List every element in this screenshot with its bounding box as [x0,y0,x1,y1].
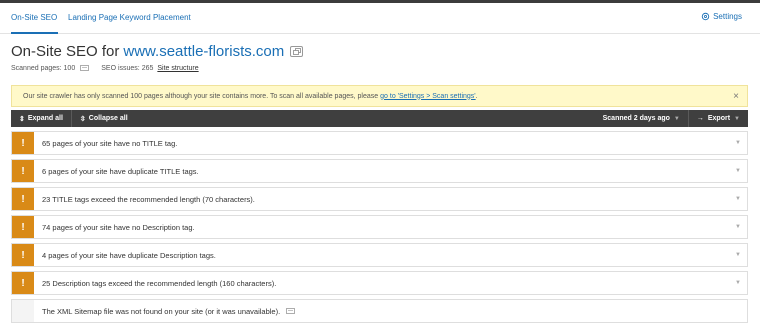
external-link-icon [292,48,301,55]
scan-date-label: Scanned 2 days ago [602,115,670,122]
issue-text-content: The XML Sitemap file was not found on yo… [42,306,281,316]
issue-row[interactable]: ! 65 pages of your site have no TITLE ta… [11,131,748,155]
export-arrow-icon: → [696,115,704,122]
comment-icon[interactable] [286,307,296,315]
export-button[interactable]: → Export ▼ [689,110,748,127]
issue-text: 65 pages of your site have no TITLE tag. [42,138,178,148]
notice-period: . [475,92,478,100]
close-icon[interactable]: × [733,91,739,102]
settings-link[interactable]: Settings [701,12,742,21]
tab-bar: On-Site SEO Landing Page Keyword Placeme… [0,3,760,34]
issue-text: 6 pages of your site have duplicate TITL… [42,166,199,176]
warning-icon: ! [12,216,34,238]
issue-text: 23 TITLE tags exceed the recommended len… [42,194,255,204]
issue-text: 74 pages of your site have no Descriptio… [42,222,195,232]
collapse-icon: ⇳ [79,115,86,123]
expand-icon: ⇕ [19,115,25,123]
issue-text: 4 pages of your site have duplicate Desc… [42,250,216,260]
issue-row: The XML Sitemap file was not found on yo… [11,299,748,323]
issue-row[interactable]: ! 74 pages of your site have no Descript… [11,215,748,239]
export-label: Export [707,115,731,122]
settings-label: Settings [713,12,742,21]
tab-landing-page-keyword-placement[interactable]: Landing Page Keyword Placement [68,13,191,22]
chevron-down-icon: ▼ [735,168,741,174]
site-structure-link[interactable]: Site structure [157,65,198,72]
warning-icon: ! [12,160,34,182]
active-tab-indicator [11,32,58,34]
scan-settings-link[interactable]: go to 'Settings > Scan settings' [380,93,475,100]
page-title-prefix: On-Site SEO for [11,43,120,60]
collapse-all-button[interactable]: ⇳ Collapse all [72,110,136,127]
warning-icon: ! [12,132,34,154]
issue-row[interactable]: ! 4 pages of your site have duplicate De… [11,243,748,267]
chevron-down-icon: ▼ [735,280,741,286]
seo-issues-count: SEO issues: 265 [101,65,154,72]
chevron-down-icon: ▼ [734,115,740,122]
open-external-button[interactable] [290,46,304,57]
issue-row[interactable]: ! 23 TITLE tags exceed the recommended l… [11,187,748,211]
chevron-down-icon: ▼ [735,252,741,258]
gear-icon [701,12,710,21]
chevron-down-icon: ▼ [735,196,741,202]
page-title-domain[interactable]: www.seattle-florists.com [123,43,284,60]
page-title: On-Site SEO for www.seattle-florists.com [11,43,304,60]
crawler-notice: Our site crawler has only scanned 100 pa… [11,85,748,107]
issue-text: The XML Sitemap file was not found on yo… [42,306,296,316]
scan-meta: Scanned pages: 100 SEO issues: 265 Site … [11,65,199,72]
expand-all-button[interactable]: ⇕ Expand all [11,110,72,127]
expand-all-label: Expand all [27,115,63,122]
chevron-down-icon: ▼ [735,224,741,230]
issue-text: 25 Description tags exceed the recommend… [42,278,277,288]
chevron-down-icon: ▼ [735,140,741,146]
warning-icon: ! [12,188,34,210]
scanned-pages-count: Scanned pages: 100 [11,65,76,72]
issues-toolbar: ⇕ Expand all ⇳ Collapse all Scanned 2 da… [11,110,748,127]
chevron-down-icon: ▼ [673,115,680,122]
issues-list: ! 65 pages of your site have no TITLE ta… [11,131,748,327]
issue-row[interactable]: ! 25 Description tags exceed the recomme… [11,271,748,295]
warning-icon: ! [12,272,34,294]
tab-on-site-seo[interactable]: On-Site SEO [11,13,57,22]
info-icon [12,300,34,322]
scan-date-dropdown[interactable]: Scanned 2 days ago ▼ [595,110,689,127]
collapse-all-label: Collapse all [88,115,128,122]
notice-text: Our site crawler has only scanned 100 pa… [23,92,379,100]
issue-row[interactable]: ! 6 pages of your site have duplicate TI… [11,159,748,183]
warning-icon: ! [12,244,34,266]
comment-icon[interactable] [80,65,90,72]
